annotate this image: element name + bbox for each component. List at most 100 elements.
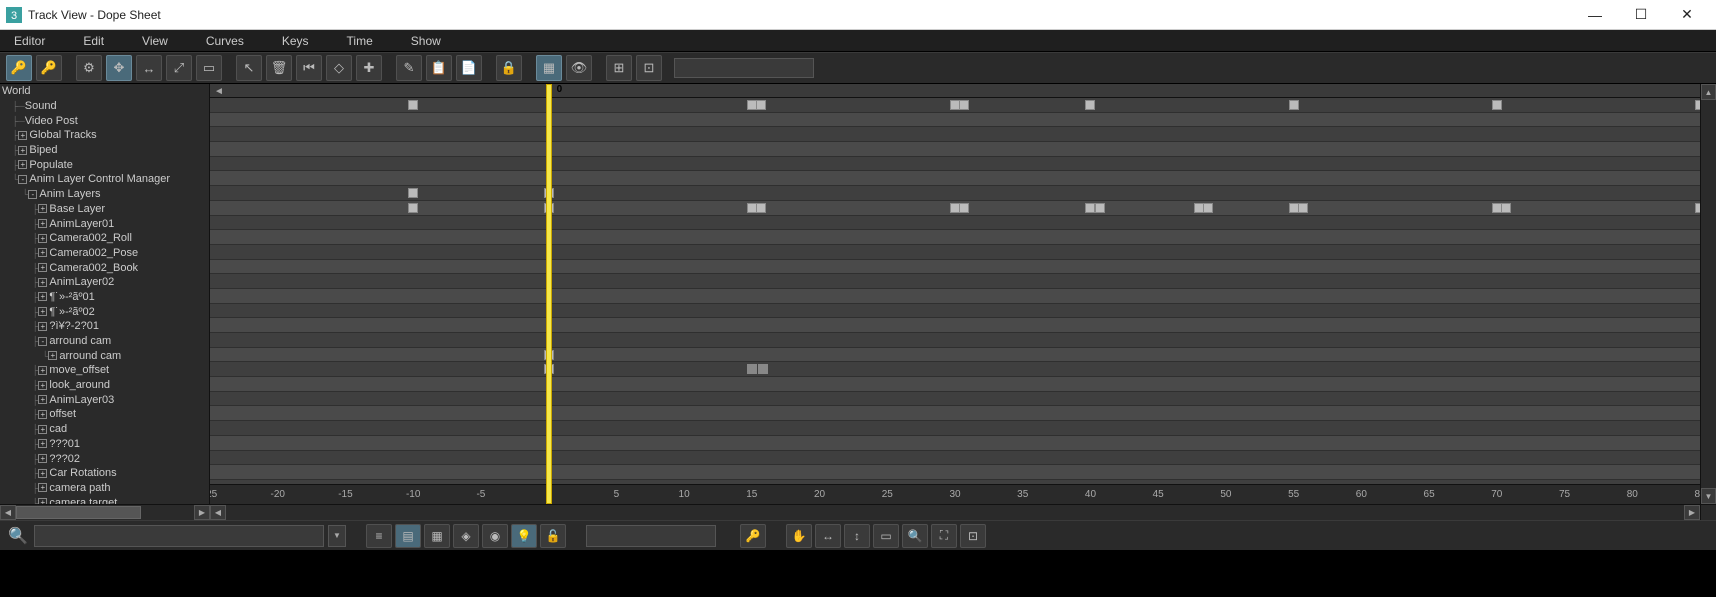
keyframe[interactable] bbox=[756, 100, 766, 110]
tree-node[interactable]: ├+Camera002_Roll bbox=[0, 231, 209, 246]
snap-frames-button[interactable]: ▦ bbox=[536, 55, 562, 81]
dope-row[interactable] bbox=[210, 216, 1700, 231]
dope-row[interactable] bbox=[210, 421, 1700, 436]
expand-icon[interactable]: + bbox=[18, 146, 27, 155]
tree-node[interactable]: ├+Car Rotations bbox=[0, 466, 209, 481]
keyframe[interactable] bbox=[756, 203, 766, 213]
tree-node[interactable]: ├+Camera002_Pose bbox=[0, 246, 209, 261]
expand-icon[interactable]: + bbox=[18, 131, 27, 140]
menu-show[interactable]: Show bbox=[405, 32, 447, 50]
dope-sheet-grid[interactable]: ◄ 0 -25-20-15-10-50510152025303540455055… bbox=[210, 84, 1700, 504]
scroll-down-button[interactable]: ▼ bbox=[1701, 488, 1716, 504]
dope-row[interactable] bbox=[210, 333, 1700, 348]
keyframe[interactable] bbox=[1695, 203, 1700, 213]
dope-row[interactable] bbox=[210, 289, 1700, 304]
menu-time[interactable]: Time bbox=[341, 32, 379, 50]
keyframe[interactable] bbox=[408, 188, 418, 198]
tree-node[interactable]: └-Anim Layers bbox=[0, 187, 209, 202]
keyframe[interactable] bbox=[1298, 203, 1308, 213]
hierarchy-button[interactable]: ⊞ bbox=[606, 55, 632, 81]
tree-node[interactable]: ├+move_offset bbox=[0, 363, 209, 378]
grid-scroll-track[interactable] bbox=[226, 505, 1684, 520]
keyframe[interactable] bbox=[1492, 100, 1502, 110]
dope-row[interactable] bbox=[210, 465, 1700, 480]
zoom-value-button[interactable]: ↕ bbox=[844, 524, 870, 548]
dope-row[interactable] bbox=[210, 304, 1700, 319]
tree-scroll-right[interactable]: ▶ bbox=[194, 505, 210, 520]
zoom-sel-button[interactable]: ⊡ bbox=[960, 524, 986, 548]
tree-node[interactable]: ├+look_around bbox=[0, 378, 209, 393]
tree-node[interactable]: ├+¶˙»-²ãº02 bbox=[0, 304, 209, 319]
tree-node[interactable]: ├+Populate bbox=[0, 157, 209, 172]
keyframe[interactable] bbox=[1085, 100, 1095, 110]
dope-row[interactable] bbox=[210, 186, 1700, 201]
expand-icon[interactable]: + bbox=[48, 351, 57, 360]
tree-node[interactable]: ├+AnimLayer01 bbox=[0, 216, 209, 231]
grid-scroll-left[interactable]: ◀ bbox=[210, 505, 226, 520]
value-field-1[interactable] bbox=[586, 525, 716, 547]
expand-icon[interactable]: + bbox=[38, 454, 47, 463]
tree-node[interactable]: ├+¶˙»-²ãº01 bbox=[0, 290, 209, 305]
expand-icon[interactable]: + bbox=[18, 160, 27, 169]
keyframe[interactable] bbox=[959, 100, 969, 110]
expand-icon[interactable]: + bbox=[38, 278, 47, 287]
tree-node[interactable]: ├+?ì¥?-2?01 bbox=[0, 319, 209, 334]
menu-curves[interactable]: Curves bbox=[200, 32, 250, 50]
zoom-button[interactable]: 🔍 bbox=[902, 524, 928, 548]
light-button[interactable]: 💡 bbox=[511, 524, 537, 548]
tree-scroll-left[interactable]: ◀ bbox=[0, 505, 16, 520]
tree-node[interactable]: World bbox=[0, 84, 209, 99]
move-button[interactable]: ✥ bbox=[106, 55, 132, 81]
menu-edit[interactable]: Edit bbox=[77, 32, 110, 50]
slide-button[interactable]: ↔ bbox=[136, 55, 162, 81]
dope-row[interactable] bbox=[210, 201, 1700, 216]
vertical-scrollbar[interactable]: ▲ ▼ bbox=[1700, 84, 1716, 504]
dope-row[interactable] bbox=[210, 245, 1700, 260]
tree-node[interactable]: ├+Base Layer bbox=[0, 202, 209, 217]
dope-row[interactable] bbox=[210, 171, 1700, 186]
keyframe[interactable] bbox=[1501, 203, 1511, 213]
edit-keys-button[interactable]: 🔑 bbox=[6, 55, 32, 81]
expand-icon[interactable]: + bbox=[38, 381, 47, 390]
dope-row[interactable] bbox=[210, 127, 1700, 142]
dope-row[interactable] bbox=[210, 318, 1700, 333]
edit-ranges-button[interactable]: 🔑 bbox=[36, 55, 62, 81]
tree-scroll-thumb[interactable] bbox=[16, 506, 141, 519]
expand-icon[interactable]: + bbox=[38, 248, 47, 257]
grid-scroll-right[interactable]: ▶ bbox=[1684, 505, 1700, 520]
prev-key-button[interactable]: ⏮ bbox=[296, 55, 322, 81]
collapse-icon[interactable]: - bbox=[38, 337, 47, 346]
expand-icon[interactable]: + bbox=[38, 292, 47, 301]
tree-node[interactable]: ├-arround cam bbox=[0, 334, 209, 349]
expand-icon[interactable]: + bbox=[38, 439, 47, 448]
dope-row[interactable] bbox=[210, 142, 1700, 157]
dope-row[interactable] bbox=[210, 348, 1700, 363]
tree-hscroll[interactable]: ◀ ▶ bbox=[0, 505, 210, 520]
key-tool-button[interactable]: 🔑 bbox=[740, 524, 766, 548]
filter-list-button[interactable]: ≡ bbox=[366, 524, 392, 548]
tree-node[interactable]: ├─Sound bbox=[0, 99, 209, 114]
lock-sel-button[interactable]: 🔓 bbox=[540, 524, 566, 548]
arrow-button[interactable]: ↖ bbox=[236, 55, 262, 81]
minimize-button[interactable]: — bbox=[1572, 0, 1618, 30]
filter-button[interactable]: ⚙ bbox=[76, 55, 102, 81]
close-button[interactable]: ✕ bbox=[1664, 0, 1710, 30]
tree-node[interactable]: ├+cad bbox=[0, 422, 209, 437]
keyframe[interactable] bbox=[1203, 203, 1213, 213]
show-animated-button[interactable]: ▦ bbox=[424, 524, 450, 548]
expand-icon[interactable]: + bbox=[38, 410, 47, 419]
dope-row[interactable] bbox=[210, 451, 1700, 466]
keyframe[interactable] bbox=[1095, 203, 1105, 213]
playback-left-icon[interactable]: ◄ bbox=[214, 86, 224, 97]
tree-node[interactable]: ├+???01 bbox=[0, 437, 209, 452]
vscroll-track[interactable] bbox=[1701, 100, 1716, 488]
zoom-horiz-button[interactable]: ↔ bbox=[815, 524, 841, 548]
dope-row[interactable] bbox=[210, 274, 1700, 289]
dope-row[interactable] bbox=[210, 436, 1700, 451]
keyframe[interactable] bbox=[1289, 100, 1299, 110]
lock-button[interactable]: 🔒 bbox=[496, 55, 522, 81]
keyframe[interactable] bbox=[758, 364, 768, 374]
expand-icon[interactable]: + bbox=[38, 469, 47, 478]
expand-icon[interactable]: + bbox=[38, 219, 47, 228]
tree-node[interactable]: ├─Video Post bbox=[0, 113, 209, 128]
